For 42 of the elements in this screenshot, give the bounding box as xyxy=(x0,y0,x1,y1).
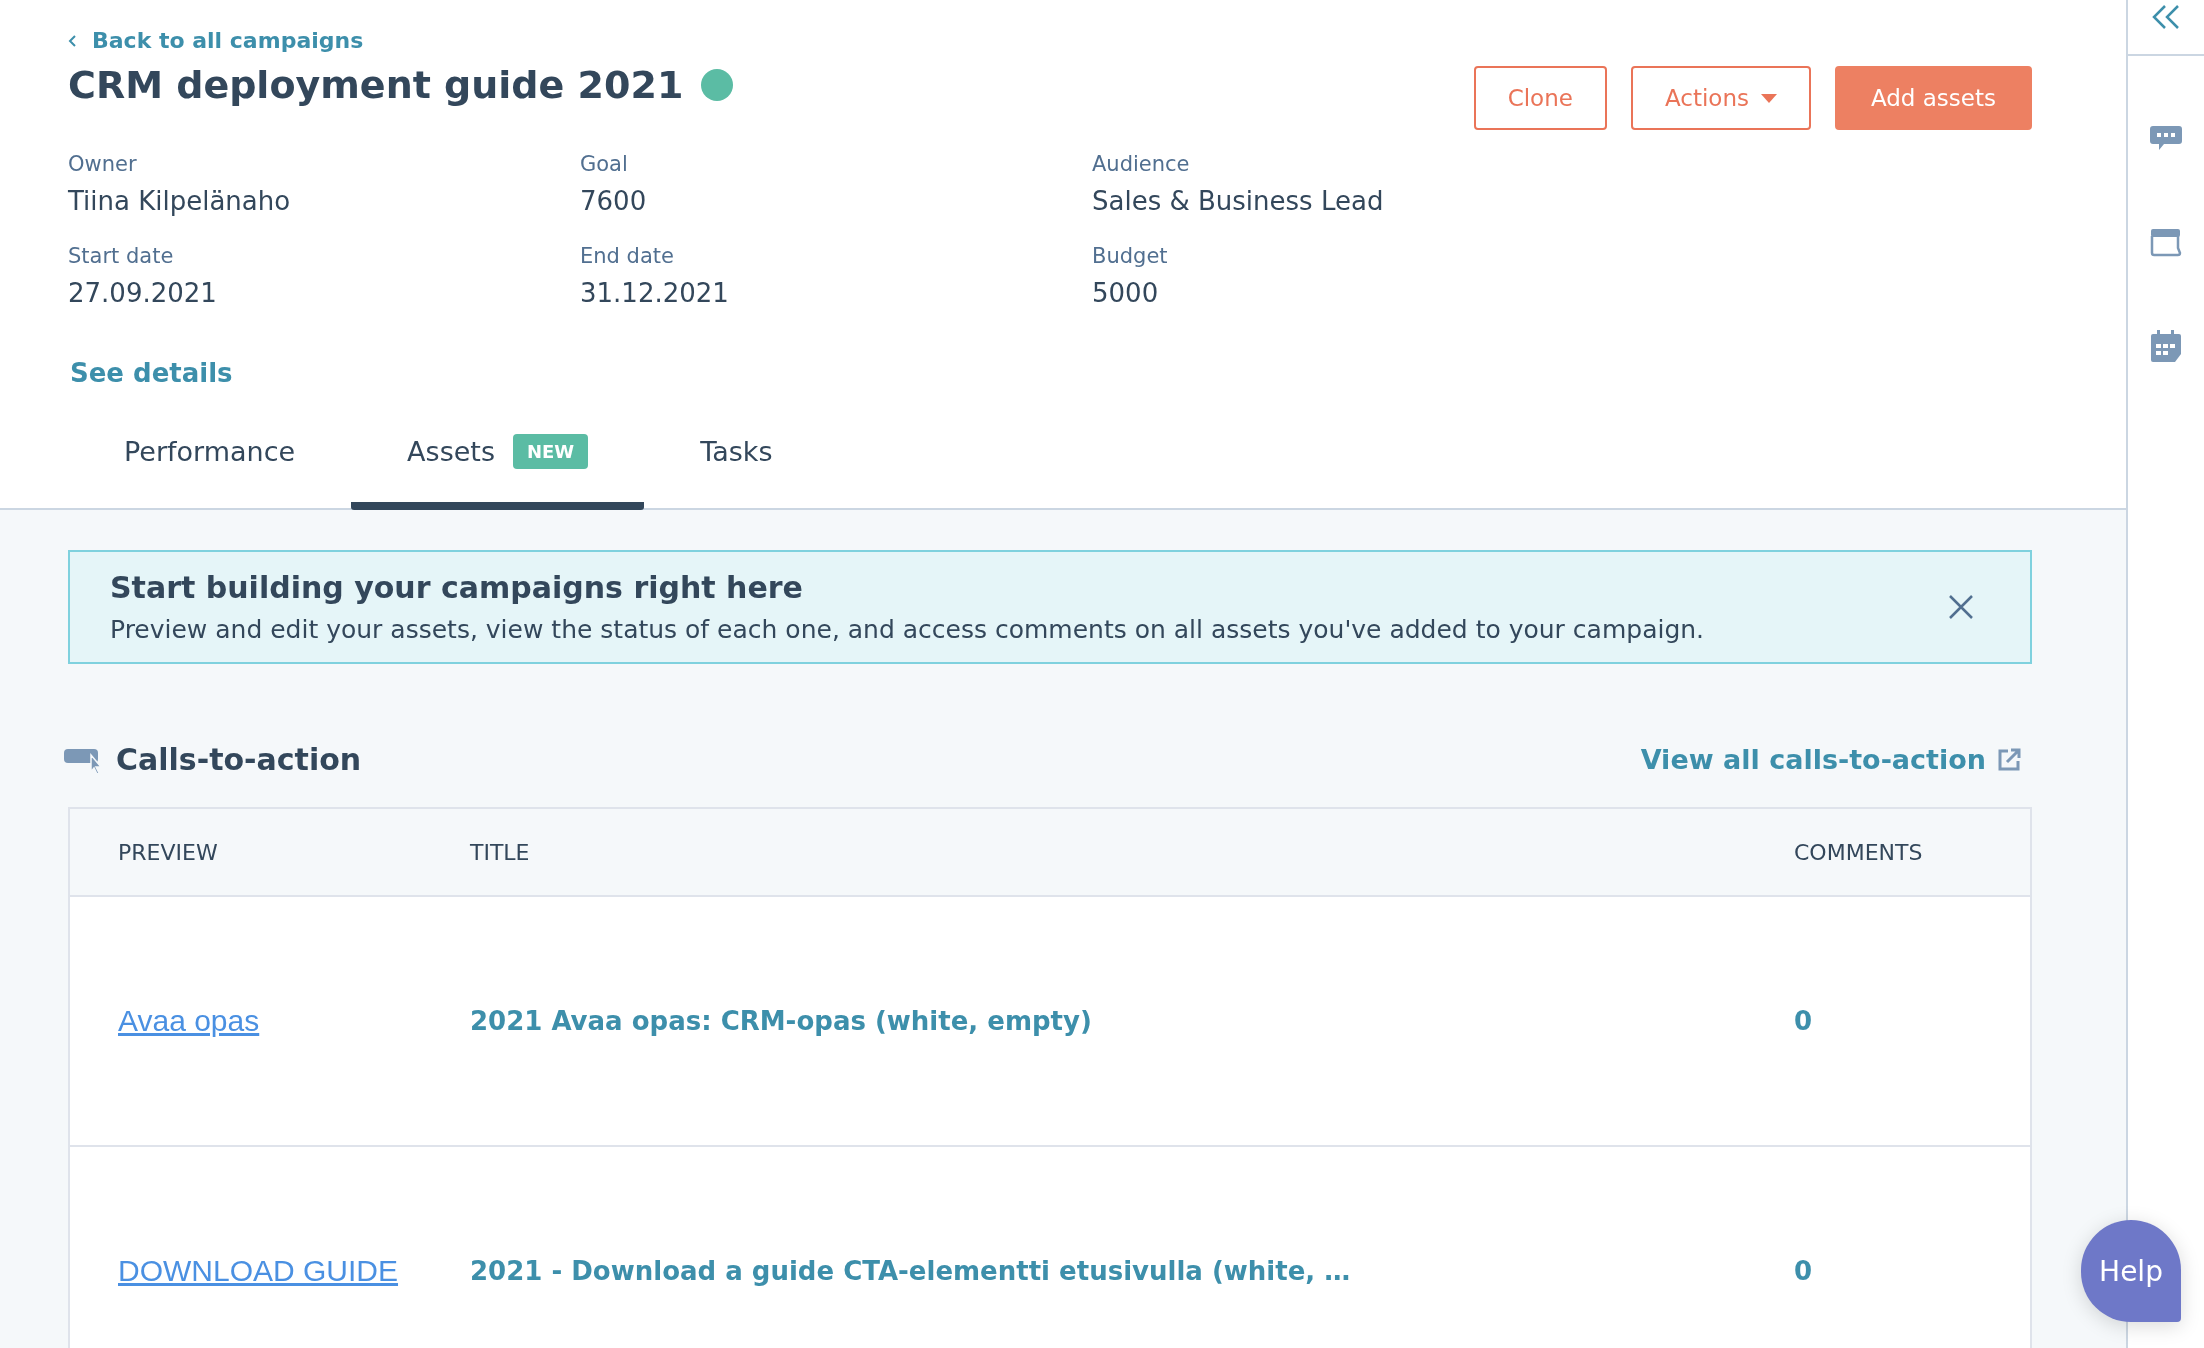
section-title: Calls-to-action xyxy=(116,742,362,777)
column-header: COMMENTS xyxy=(1794,839,1924,865)
field-value: 5000 xyxy=(1092,278,1160,308)
banner-text: Preview and edit your assets, view the status of each one, and access comments on all assets you've added to your campaign. xyxy=(110,615,1705,644)
cta-title-link[interactable]: 2021 - Download a guide CTA-elementti etusivulla (white, … xyxy=(470,1256,1351,1286)
field-value: 31.12.2021 xyxy=(580,278,730,308)
actions-dropdown[interactable]: Actions xyxy=(1630,66,1811,130)
back-link[interactable]: Back to all campaigns xyxy=(68,28,364,53)
help-button[interactable]: Help xyxy=(2081,1220,2181,1322)
chevron-left-icon xyxy=(68,33,78,48)
close-icon[interactable] xyxy=(1948,594,1974,620)
column-header: TITLE xyxy=(470,839,531,865)
field-label: Audience xyxy=(1092,152,1191,176)
clone-button[interactable]: Clone xyxy=(1473,66,1607,130)
column-header: PREVIEW xyxy=(117,839,219,865)
field-value: 27.09.2021 xyxy=(68,278,218,308)
view-all-link[interactable]: View all calls-to-action xyxy=(1640,744,2022,775)
cta-preview-link[interactable]: DOWNLOAD GUIDE xyxy=(118,1254,399,1287)
see-details-link[interactable]: See details xyxy=(70,358,233,388)
field-label: End date xyxy=(580,244,675,268)
cta-title-link[interactable]: 2021 Avaa opas: CRM-opas (white, empty) xyxy=(470,1006,1092,1036)
status-dot xyxy=(701,69,734,101)
field-value: Tiina Kilpelänaho xyxy=(68,186,292,216)
field-label: Start date xyxy=(68,244,175,268)
screen-icon[interactable] xyxy=(2150,228,2182,258)
tab[interactable]: Performance xyxy=(68,434,352,510)
new-badge: NEW xyxy=(513,434,589,469)
field-value: Sales & Business Lead xyxy=(1092,186,1385,216)
field-value: 7600 xyxy=(580,186,648,216)
tab[interactable]: Tasks xyxy=(644,434,829,510)
field-label: Budget xyxy=(1092,244,1169,268)
field-label: Goal xyxy=(580,152,629,176)
add-assets-button[interactable]: Add assets xyxy=(1834,66,2032,130)
banner-title: Start building your campaigns right here xyxy=(110,570,804,605)
caret-icon xyxy=(1760,93,1777,103)
cta-preview-link[interactable]: Avaa opas xyxy=(118,1004,260,1037)
calendar-icon[interactable] xyxy=(2150,330,2182,364)
field-label: Owner xyxy=(68,152,138,176)
campaign-title: CRM deployment guide 2021 xyxy=(68,63,684,107)
comment-count: 0 xyxy=(1794,1256,1813,1286)
external-link-icon xyxy=(1996,746,2022,773)
comment-count: 0 xyxy=(1794,1006,1813,1036)
